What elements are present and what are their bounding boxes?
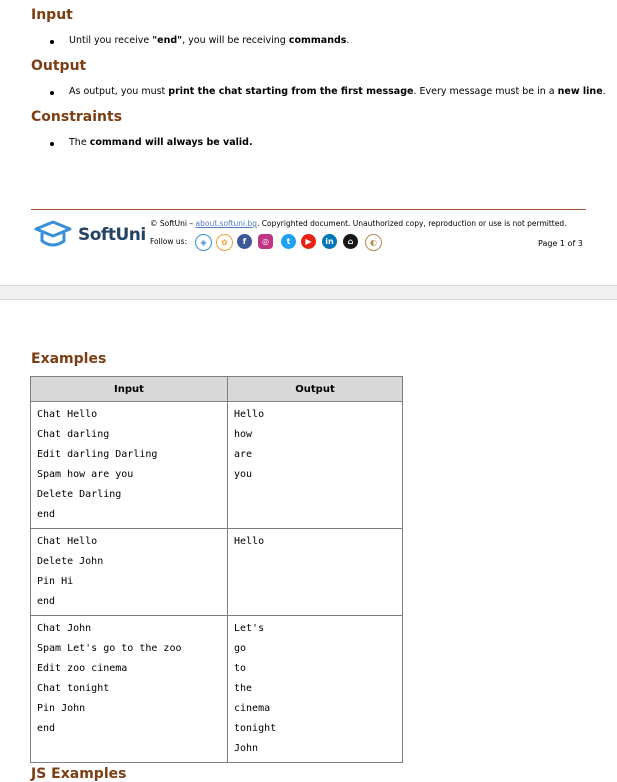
output-line: the [234, 683, 253, 694]
document-page-2: Examples Input Output Chat Hello Chat dar… [0, 300, 617, 782]
input-line: end [37, 596, 56, 607]
bullet-icon [50, 40, 54, 44]
output-heading: Output [31, 58, 87, 74]
output-line: go [234, 643, 247, 654]
input-line: Pin Hi [37, 576, 74, 587]
document-page-1: Input Until you receive "end", you will … [0, 0, 617, 285]
output-line: Let's [234, 623, 265, 634]
input-line: Chat darling [37, 429, 110, 440]
table-header-row: Input Output [30, 376, 403, 402]
input-line: Spam how are you [37, 469, 134, 480]
js-examples-heading: JS Examples [31, 766, 127, 782]
input-cell: Chat Hello Delete John Pin Hi end [30, 528, 228, 616]
brand-name: SoftUni [78, 225, 146, 245]
table-row: Chat Hello Chat darling Edit darling Darli… [30, 401, 403, 529]
output-line: are [234, 449, 253, 460]
input-column-header: Input [30, 376, 228, 402]
examples-table-body: Chat Hello Chat darling Edit darling Darli… [30, 401, 403, 763]
constraints-heading: Constraints [31, 109, 123, 125]
facebook-icon[interactable]: f [237, 234, 252, 249]
input-cell: Chat John Spam Let's go to the zoo Edit zo… [30, 615, 228, 763]
input-heading: Input [31, 7, 73, 23]
input-line: Pin John [37, 703, 86, 714]
github-icon[interactable]: ⌂ [343, 234, 358, 249]
about-softuni-link[interactable]: about.softuni.bg [196, 219, 257, 228]
footer-divider [31, 209, 586, 210]
twitter-icon[interactable]: t [281, 234, 296, 249]
output-line: tonight [234, 723, 277, 734]
output-cell: Hello [227, 528, 403, 616]
table-row: Chat John Spam Let's go to the zoo Edit zo… [30, 615, 403, 763]
input-line: end [37, 509, 56, 520]
youtube-icon[interactable]: ▶ [301, 234, 316, 249]
output-line: Hello [234, 409, 265, 420]
bullet-icon [50, 142, 54, 146]
examples-table: Input Output Chat Hello Chat darling Edit … [30, 376, 403, 763]
input-line: Chat tonight [37, 683, 110, 694]
input-line: end [37, 723, 56, 734]
output-column-header: Output [227, 376, 403, 402]
input-cell: Chat Hello Chat darling Edit darling Darli… [30, 401, 228, 529]
instagram-icon[interactable]: ◎ [258, 234, 273, 249]
follow-us-label: Follow us: [150, 237, 188, 246]
output-cell: Hello how are you [227, 401, 403, 529]
output-cell: Let's go to the cinema tonight John [227, 615, 403, 763]
input-line: Spam Let's go to the zoo [37, 643, 182, 654]
output-line: how [234, 429, 253, 440]
output-line: John [234, 743, 259, 754]
input-line: Chat Hello [37, 409, 98, 420]
output-line: cinema [234, 703, 271, 714]
output-line: to [234, 663, 247, 674]
table-row: Chat Hello Delete John Pin Hi end Hello [30, 528, 403, 616]
softuni-logo-icon [34, 220, 72, 247]
copyright-notice: © SoftUni – about.softuni.bg. Copyrighte… [150, 219, 567, 228]
input-line: Edit darling Darling [37, 449, 158, 460]
output-line: you [234, 469, 253, 480]
input-line: Delete John [37, 556, 104, 567]
softuni-creative-icon[interactable]: ◐ [365, 234, 382, 251]
softuni-foundation-icon[interactable]: ✿ [216, 234, 233, 251]
input-line: Chat Hello [37, 536, 98, 547]
bullet-icon [50, 91, 54, 95]
output-line: Hello [234, 536, 265, 547]
input-line: Chat John [37, 623, 92, 634]
linkedin-icon[interactable]: in [322, 234, 337, 249]
input-line: Delete Darling [37, 489, 122, 500]
input-line: Edit zoo cinema [37, 663, 128, 674]
examples-heading: Examples [31, 351, 107, 367]
page-number: Page 1 of 3 [538, 239, 583, 248]
page-separator [0, 285, 617, 300]
softuni-icon[interactable]: ◈ [195, 234, 212, 251]
